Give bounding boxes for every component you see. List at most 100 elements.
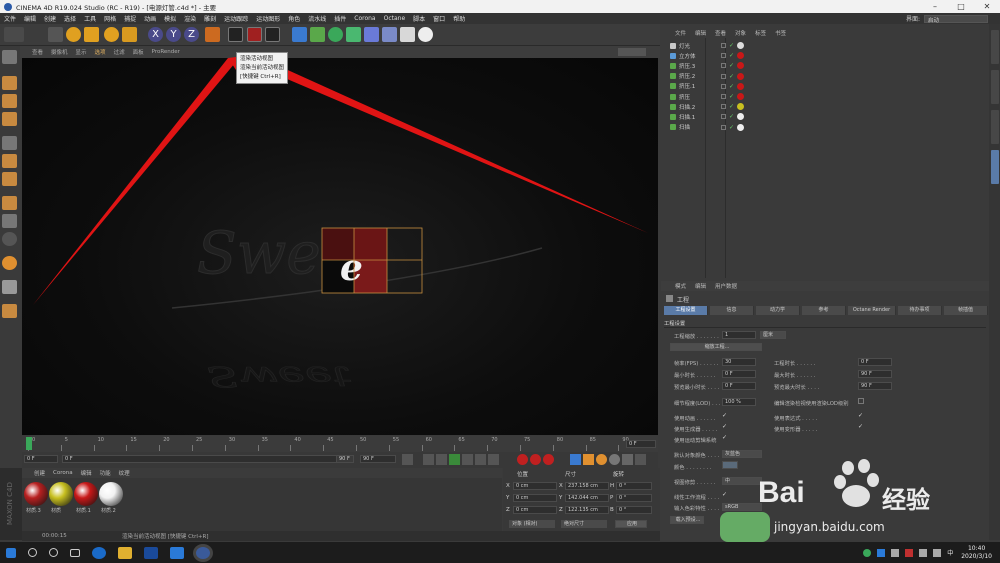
material-menu-item[interactable]: 编辑 [81,469,92,477]
coord-mode-dropdown[interactable]: 对象 (相对) [509,520,555,528]
attribute-menu-item[interactable]: 编辑 [695,282,706,290]
goto-start-icon[interactable] [402,454,413,465]
attribute-tab[interactable]: 信息 [710,306,754,315]
visibility-toggle[interactable] [721,114,726,120]
size-field[interactable]: 237.158 cm [565,482,609,490]
visibility-toggle[interactable] [721,53,726,59]
timeline-menu-icon[interactable] [635,454,646,465]
attribute-tab[interactable]: 待办事项 [898,306,942,315]
object-row[interactable]: 挤压.2 ✓ [664,72,774,81]
material-menu-item[interactable]: 纹理 [119,469,130,477]
attribute-tab[interactable]: Octane Render [848,306,896,315]
next-key-icon[interactable] [475,454,486,465]
position-field[interactable]: 0 cm [513,494,557,502]
rotation-field[interactable]: 0 ° [616,482,652,490]
key-position-icon[interactable] [570,454,581,465]
end-frame-field[interactable]: 90 F [360,455,396,463]
apply-button[interactable]: 应用 [615,520,647,528]
enabled-check-icon[interactable]: ✓ [729,93,734,100]
enabled-check-icon[interactable]: ✓ [729,42,734,49]
scale-unit-dropdown[interactable]: 厘米 [760,331,786,339]
object-row[interactable]: 挤压 ✓ [664,92,774,101]
windows-start-icon[interactable] [6,547,16,558]
material-ball[interactable] [74,482,98,506]
max-time-field[interactable]: 90 F [858,370,892,378]
autokey-icon[interactable] [530,454,541,465]
object-menu-item[interactable]: 文件 [675,29,686,37]
tray-app-icon[interactable] [863,548,872,557]
volume-icon[interactable] [919,548,928,557]
material-tag-icon[interactable] [737,103,745,111]
goto-end-icon[interactable] [488,454,499,465]
size-field[interactable]: 122.135 cm [565,506,609,514]
lod-field[interactable]: 100 % [722,398,756,406]
material-tag-icon[interactable] [737,113,745,121]
word-icon[interactable] [144,546,158,559]
record-key-icon[interactable] [517,454,528,465]
fps-field[interactable]: 30 [722,358,756,366]
visibility-toggle[interactable] [721,83,726,89]
use-motion-checkbox[interactable]: ✓ [722,435,728,441]
clock[interactable]: 10:40 2020/3/10 [961,545,992,561]
project-time-field[interactable]: 0 F [858,358,892,366]
timeline-ruler[interactable]: 051015202530354045505560657075808590 0 F [22,436,658,452]
attribute-tab[interactable]: 参考 [802,306,846,315]
visibility-toggle[interactable] [721,43,726,48]
visibility-toggle[interactable] [721,73,726,79]
load-preset-button[interactable]: 载入预设... [670,516,704,524]
enabled-check-icon[interactable]: ✓ [729,124,734,131]
start-frame-field[interactable]: 0 F [24,455,58,463]
key-pla-icon[interactable] [622,454,633,465]
material-tag-icon[interactable] [737,82,745,90]
render-lod-checkbox[interactable] [858,398,864,404]
visibility-toggle[interactable] [721,104,726,110]
visibility-toggle[interactable] [721,63,726,69]
rotation-field[interactable]: 0 ° [616,494,652,502]
material-tag-icon[interactable] [737,62,745,70]
next-frame-icon[interactable] [462,454,473,465]
app-icon[interactable] [170,546,184,559]
object-row[interactable]: 扫描.2 ✓ [664,102,774,111]
material-menu-item[interactable]: Corona [53,470,73,476]
attribute-menu-item[interactable]: 用户数据 [715,282,737,290]
object-menu-item[interactable]: 对象 [735,29,746,37]
preview-max-field[interactable]: 90 F [858,382,892,390]
security-icon[interactable] [905,548,914,557]
key-scale-icon[interactable] [583,454,594,465]
attribute-tab[interactable]: 帧插值 [944,306,988,315]
use-animation-checkbox[interactable]: ✓ [722,413,728,419]
object-row[interactable]: 立方体 ✓ [664,51,774,60]
material-ball[interactable] [49,482,73,506]
enabled-check-icon[interactable]: ✓ [729,103,734,110]
use-expression-checkbox[interactable]: ✓ [858,413,864,419]
object-row[interactable]: 挤压.3 ✓ [664,61,774,70]
object-row[interactable]: 灯光 ✓ [664,41,774,50]
material-ball[interactable] [99,482,123,506]
search-icon[interactable] [28,548,37,557]
position-field[interactable]: 0 cm [513,482,557,490]
object-row[interactable]: 挤压.1 ✓ [664,82,774,91]
material-ball[interactable] [24,482,48,506]
key-param-icon[interactable] [609,454,620,465]
position-field[interactable]: 0 cm [513,506,557,514]
edge-browser-icon[interactable] [92,546,106,559]
object-row[interactable]: 扫描.1 ✓ [664,112,774,121]
use-deformer-checkbox[interactable]: ✓ [858,424,864,430]
object-row[interactable]: 扫描 ✓ [664,123,774,132]
side-tab-layers[interactable] [990,150,999,184]
attribute-tab[interactable]: 动力学 [756,306,800,315]
preview-min-field[interactable]: 0 F [722,382,756,390]
enabled-check-icon[interactable]: ✓ [729,52,734,59]
material-tag-icon[interactable] [737,52,745,60]
keyset-icon[interactable] [543,454,554,465]
cinema4d-taskbar-icon[interactable] [196,546,210,559]
material-tag-icon[interactable] [737,123,745,131]
prev-key-icon[interactable] [423,454,434,465]
enabled-check-icon[interactable]: ✓ [729,62,734,69]
scale-project-button[interactable]: 缩放工程... [670,343,762,351]
material-menu-item[interactable]: 创建 [34,469,45,477]
enabled-check-icon[interactable]: ✓ [729,113,734,120]
network-icon[interactable] [933,548,942,557]
side-tab-content[interactable] [990,70,999,104]
bluetooth-icon[interactable] [877,548,886,557]
